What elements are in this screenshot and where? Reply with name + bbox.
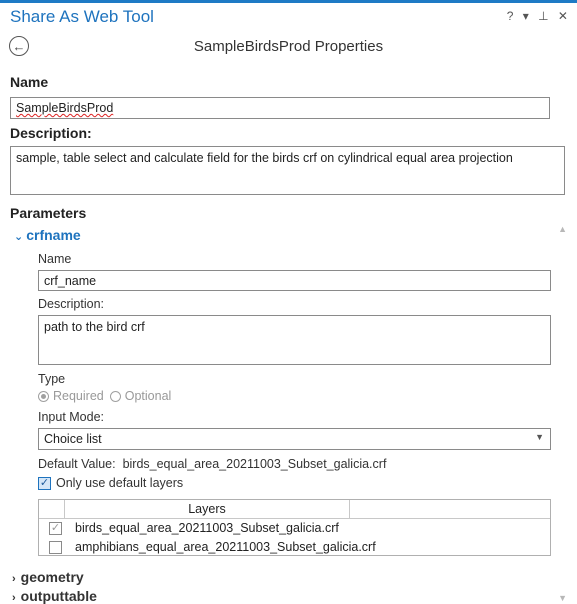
- only-default-layers-row: ✓ Only use default layers: [38, 476, 183, 490]
- layers-header-check-col: [39, 500, 65, 518]
- parameter-crfname-header[interactable]: ⌄ crfname: [14, 227, 81, 243]
- param-description-field[interactable]: path to the bird crf: [38, 315, 551, 365]
- optional-radio[interactable]: [109, 390, 121, 402]
- layers-header[interactable]: Layers: [65, 500, 350, 518]
- required-radio-label: Required: [53, 389, 104, 403]
- chevron-down-icon: ⌄: [14, 231, 24, 243]
- table-row[interactable]: amphibians_equal_area_20211003_Subset_ga…: [39, 538, 550, 557]
- param-name-label: Name: [38, 252, 72, 266]
- layers-table: Layers ✓ birds_equal_area_20211003_Subse…: [38, 499, 551, 556]
- layer-name: birds_equal_area_20211003_Subset_galicia…: [75, 521, 339, 535]
- only-default-layers-label: Only use default layers: [56, 476, 184, 490]
- name-field-value: SampleBirdsProd: [16, 101, 114, 115]
- parameter-geometry-header[interactable]: › geometry: [12, 569, 84, 585]
- optional-radio-label: Optional: [124, 389, 172, 403]
- parameters-label: Parameters: [10, 205, 87, 221]
- type-radio-group: Required Optional: [38, 389, 171, 403]
- input-mode-label: Input Mode:: [38, 410, 105, 424]
- pane-top-accent-bar: [0, 0, 577, 3]
- layers-header-empty-col: [350, 500, 550, 518]
- layers-table-header: Layers: [39, 500, 550, 519]
- default-value: birds_equal_area_20211003_Subset_galicia…: [122, 457, 387, 471]
- required-radio[interactable]: [38, 390, 49, 402]
- chevron-down-icon: ▼: [535, 432, 544, 442]
- input-mode-dropdown[interactable]: Choice list ▼: [38, 428, 551, 450]
- param-description-label: Description:: [38, 297, 104, 311]
- properties-title: SampleBirdsProd Properties: [193, 38, 384, 55]
- parameter-geometry-label: geometry: [20, 569, 84, 585]
- pane-window-controls[interactable]: ? ▾ ⊥ ✕: [507, 9, 571, 23]
- pane-title: Share As Web Tool: [10, 7, 154, 26]
- scroll-down-icon[interactable]: ▼: [558, 593, 567, 603]
- scroll-up-icon[interactable]: ▲: [558, 224, 567, 234]
- param-type-label: Type: [38, 372, 66, 386]
- only-default-layers-checkbox[interactable]: ✓: [38, 476, 51, 490]
- layer-checkbox[interactable]: ✓: [49, 522, 62, 535]
- table-row[interactable]: ✓ birds_equal_area_20211003_Subset_galic…: [39, 519, 550, 538]
- layer-name: amphibians_equal_area_20211003_Subset_ga…: [75, 540, 376, 554]
- parameter-outputtable-header[interactable]: › outputtable: [12, 588, 97, 604]
- default-value-label: Default Value:: [38, 457, 116, 471]
- param-name-field[interactable]: crf_name: [38, 270, 551, 291]
- name-field[interactable]: SampleBirdsProd: [10, 97, 550, 119]
- description-field[interactable]: sample, table select and calculate field…: [10, 146, 565, 195]
- layer-checkbox[interactable]: [49, 541, 62, 554]
- input-mode-value: Choice list: [44, 432, 102, 446]
- default-value-row: Default Value: birds_equal_area_20211003…: [38, 457, 386, 471]
- chevron-right-icon: ›: [12, 573, 16, 585]
- parameter-outputtable-label: outputtable: [20, 588, 97, 604]
- name-label: Name: [10, 74, 49, 90]
- chevron-right-icon: ›: [12, 592, 16, 604]
- description-label: Description:: [10, 125, 92, 141]
- parameter-crfname-label: crfname: [26, 227, 81, 243]
